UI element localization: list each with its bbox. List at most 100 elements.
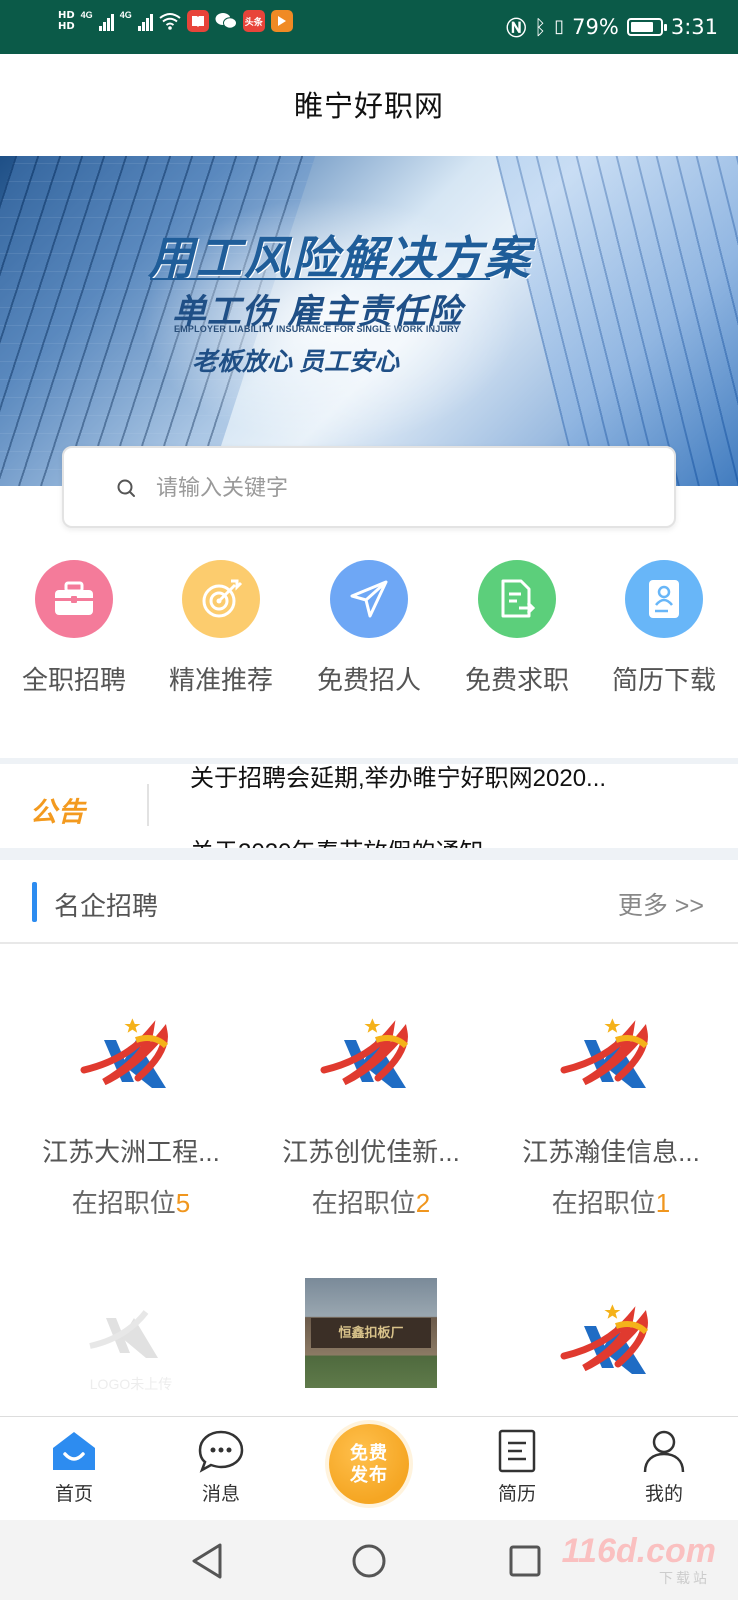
company-logo: [316, 1012, 426, 1102]
quick-entry-label: 简历下载: [611, 665, 716, 695]
company-logo: [556, 1012, 666, 1102]
quick-entry-resume-download[interactable]: 简历下载: [590, 560, 738, 697]
briefcase-icon: [35, 560, 113, 638]
quick-entry-label: 精准推荐: [168, 665, 273, 695]
divider: [0, 848, 738, 860]
profile-icon: [640, 1427, 688, 1475]
clock: 3:31: [670, 14, 718, 39]
company-card[interactable]: LOGO未上传: [8, 1298, 254, 1392]
page-title: 睢宁好职网: [293, 91, 444, 123]
resume-doc-icon: [493, 1427, 541, 1475]
quick-entry-free-job[interactable]: 免费求职: [443, 560, 591, 697]
company-card[interactable]: 江苏大洲工程... 在招职位5: [8, 1012, 254, 1220]
tab-resume[interactable]: 简历: [443, 1417, 591, 1521]
company-photo: 恒鑫扣板厂: [305, 1278, 437, 1388]
message-icon: [197, 1427, 245, 1475]
more-link[interactable]: 更多 >>: [618, 886, 704, 922]
publish-button[interactable]: 免费 发布: [329, 1424, 409, 1504]
company-card[interactable]: 江苏瀚佳信息... 在招职位1: [488, 1012, 734, 1220]
status-left-icons: HD HD 4G 4G 头条: [58, 10, 293, 32]
section-accent-bar: [32, 882, 37, 922]
back-icon[interactable]: [190, 1542, 224, 1580]
jobs-count: 1: [655, 1188, 671, 1218]
jobs-label: 在招职位: [71, 1188, 176, 1218]
recents-icon[interactable]: [508, 1544, 542, 1578]
quick-entry-recommend[interactable]: 精准推荐: [147, 560, 295, 697]
resume-icon: [625, 560, 703, 638]
wifi-icon: [159, 13, 181, 30]
tab-label: 消息: [201, 1484, 240, 1505]
jobs-count: 5: [175, 1188, 191, 1218]
banner-slogan: 老板放心 员工安心: [192, 348, 399, 376]
company-grid: 江苏大洲工程... 在招职位5 江苏创优佳新... 在招职位2 江苏瀚佳信息..…: [0, 946, 738, 1416]
company-logo-icon: [80, 1018, 169, 1088]
banner-building-right: [490, 156, 738, 486]
notice-divider: [147, 784, 149, 826]
notice-item[interactable]: 关于招聘会延期,举办睢宁好职网2020...: [190, 764, 606, 793]
company-logo-placeholder: LOGO未上传: [76, 1298, 186, 1392]
tab-home[interactable]: 首页: [0, 1417, 148, 1521]
jobs-count: 2: [415, 1188, 431, 1218]
factory-gate-sign: 恒鑫扣板厂: [311, 1318, 431, 1348]
company-card[interactable]: [488, 1298, 734, 1388]
tab-label: 简历: [497, 1484, 536, 1505]
video-app-icon: [270, 10, 293, 32]
quick-entry-label: 免费求职: [464, 665, 569, 695]
network-type-1: 4G: [80, 10, 93, 20]
toutiao-app-icon: 头条: [242, 10, 265, 32]
company-card[interactable]: 江苏创优佳新... 在招职位2: [248, 1012, 494, 1220]
company-name: 江苏大洲工程...: [42, 1137, 220, 1167]
notice-badge: 公告: [30, 797, 86, 827]
notice-item[interactable]: 关于2020年春节放假的通知: [190, 832, 483, 848]
company-name: 江苏创优佳新...: [282, 1137, 460, 1167]
paper-plane-icon: [330, 560, 408, 638]
quick-entry-label: 免费招人: [316, 665, 421, 695]
promo-banner[interactable]: 用工风险解决方案 单工伤 雇主责任险 EMPLOYER LIABILITY IN…: [0, 156, 738, 486]
section-title: 名企招聘: [54, 891, 159, 921]
company-logo: [556, 1298, 666, 1388]
status-bar: HD HD 4G 4G 头条 Ⓝ ᛒ ▯ 79% 3:31: [0, 0, 738, 54]
signal-icon-1: [98, 11, 114, 31]
quick-entry-fulltime[interactable]: 全职招聘: [0, 560, 148, 697]
quick-entry-free-hire[interactable]: 免费招人: [295, 560, 443, 697]
company-jobs: 在招职位5: [8, 1183, 254, 1220]
publish-label-line1: 免费: [350, 1443, 388, 1463]
status-right-icons: Ⓝ ᛒ ▯ 79% 3:31: [506, 12, 718, 41]
hd-indicator: HD HD: [58, 10, 75, 32]
vibrate-icon: ▯: [554, 16, 565, 37]
book-app-icon: [186, 10, 209, 32]
hd-label-top: HD: [58, 10, 75, 21]
jobs-label: 在招职位: [311, 1188, 416, 1218]
tab-messages[interactable]: 消息: [147, 1417, 295, 1521]
battery-icon: [626, 17, 667, 36]
quick-entry-label: 全职招聘: [21, 665, 126, 695]
nfc-icon: Ⓝ: [506, 16, 527, 40]
jobs-label: 在招职位: [551, 1188, 656, 1218]
company-logo-icon: [560, 1304, 649, 1374]
company-logo: [76, 1012, 186, 1102]
quick-entries: 全职招聘 精准推荐 免费招人 免费求职 简历下载: [0, 560, 738, 700]
network-type-2: 4G: [119, 10, 132, 20]
search-box[interactable]: [62, 446, 676, 528]
notice-bar[interactable]: 公告 关于招聘会延期,举办睢宁好职网2020... 关于2020年春节放假的通知: [0, 764, 738, 848]
company-jobs: 在招职位1: [488, 1183, 734, 1220]
battery-percent: 79%: [572, 14, 619, 39]
battery-fill: [630, 21, 653, 32]
company-card[interactable]: 恒鑫扣板厂: [248, 1278, 494, 1388]
famous-companies-header: 名企招聘 更多 >>: [0, 860, 738, 944]
company-jobs: 在招职位2: [248, 1183, 494, 1220]
watermark-logo: 116d.com: [561, 1532, 716, 1570]
wechat-icon: [215, 10, 237, 32]
logo-placeholder-text: LOGO未上传: [89, 1376, 173, 1392]
search-input[interactable]: [156, 466, 636, 510]
home-icon: [50, 1427, 98, 1475]
publish-label-line2: 发布: [350, 1465, 388, 1485]
tab-profile[interactable]: 我的: [590, 1417, 738, 1521]
toutiao-label: 头条: [244, 16, 263, 27]
document-send-icon: [478, 560, 556, 638]
company-logo-icon: [560, 1018, 649, 1088]
home-nav-icon[interactable]: [350, 1542, 388, 1580]
app-header: 睢宁好职网: [0, 54, 738, 154]
company-logo-icon: [320, 1018, 409, 1088]
search-icon: [117, 479, 135, 497]
